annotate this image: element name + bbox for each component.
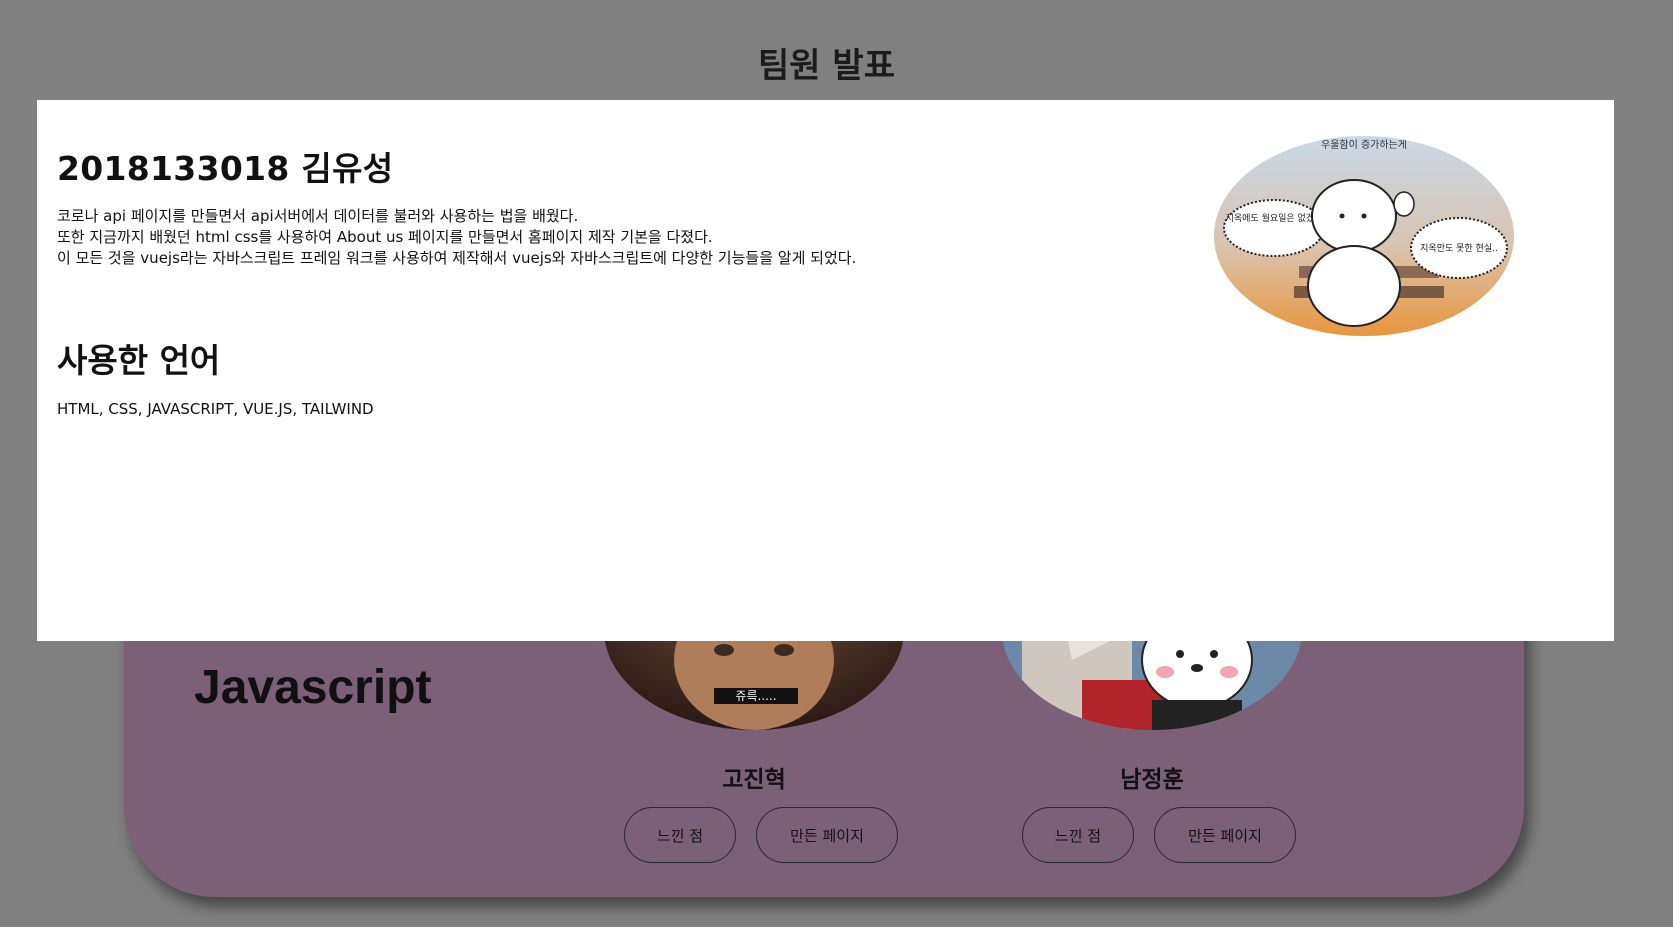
- left-bubble-text: 지옥에도 월요일은 없겠지: [1226, 212, 1323, 224]
- modal-paragraph-line: 이 모든 것을 vuejs라는 자바스크립트 프레임 워크를 사용하여 제작해서…: [57, 249, 857, 267]
- modal-paragraph-line: 코로나 api 페이지를 만들면서 api서버에서 데이터를 불러와 사용하는 …: [57, 207, 579, 225]
- member-name-1: 고진혁: [722, 767, 786, 793]
- page-title: 팀원 발표: [758, 46, 895, 86]
- modal-photo: 우울함이 증가하는게 지옥에도 월요일은 없겠지 지옥만도 못한 현실..: [1214, 136, 1514, 336]
- feel-button-2[interactable]: 느낀 점: [1022, 807, 1134, 863]
- right-bubble-text: 지옥만도 못한 현실..: [1420, 243, 1498, 254]
- modal-heading: 2018133018 김유성: [57, 149, 394, 188]
- languages-text: HTML, CSS, JAVASCRIPT, VUE.JS, TAILWIND: [57, 400, 374, 418]
- modal-paragraph-line: 또한 지금까지 배웠던 html css를 사용하여 About us 페이지를…: [57, 228, 713, 246]
- member-photo-1-caption: 쥬륵.....: [735, 689, 776, 703]
- languages-title: 사용한 언어: [57, 341, 221, 380]
- language-label: Javascript: [194, 661, 432, 714]
- modal-photo-top-caption: 우울함이 증가하는게: [1321, 138, 1407, 151]
- page-button-1[interactable]: 만든 페이지: [756, 807, 898, 863]
- feel-button-1[interactable]: 느낀 점: [624, 807, 736, 863]
- page-button-2[interactable]: 만든 페이지: [1154, 807, 1296, 863]
- member-modal: 2018133018 김유성 코로나 api 페이지를 만들면서 api서버에서…: [37, 100, 1614, 641]
- member-name-2: 남정훈: [1120, 767, 1184, 793]
- modal-photo-image: 우울함이 증가하는게 지옥에도 월요일은 없겠지 지옥만도 못한 현실..: [1214, 136, 1514, 336]
- modal-paragraph: 코로나 api 페이지를 만들면서 api서버에서 데이터를 불러와 사용하는 …: [57, 206, 856, 269]
